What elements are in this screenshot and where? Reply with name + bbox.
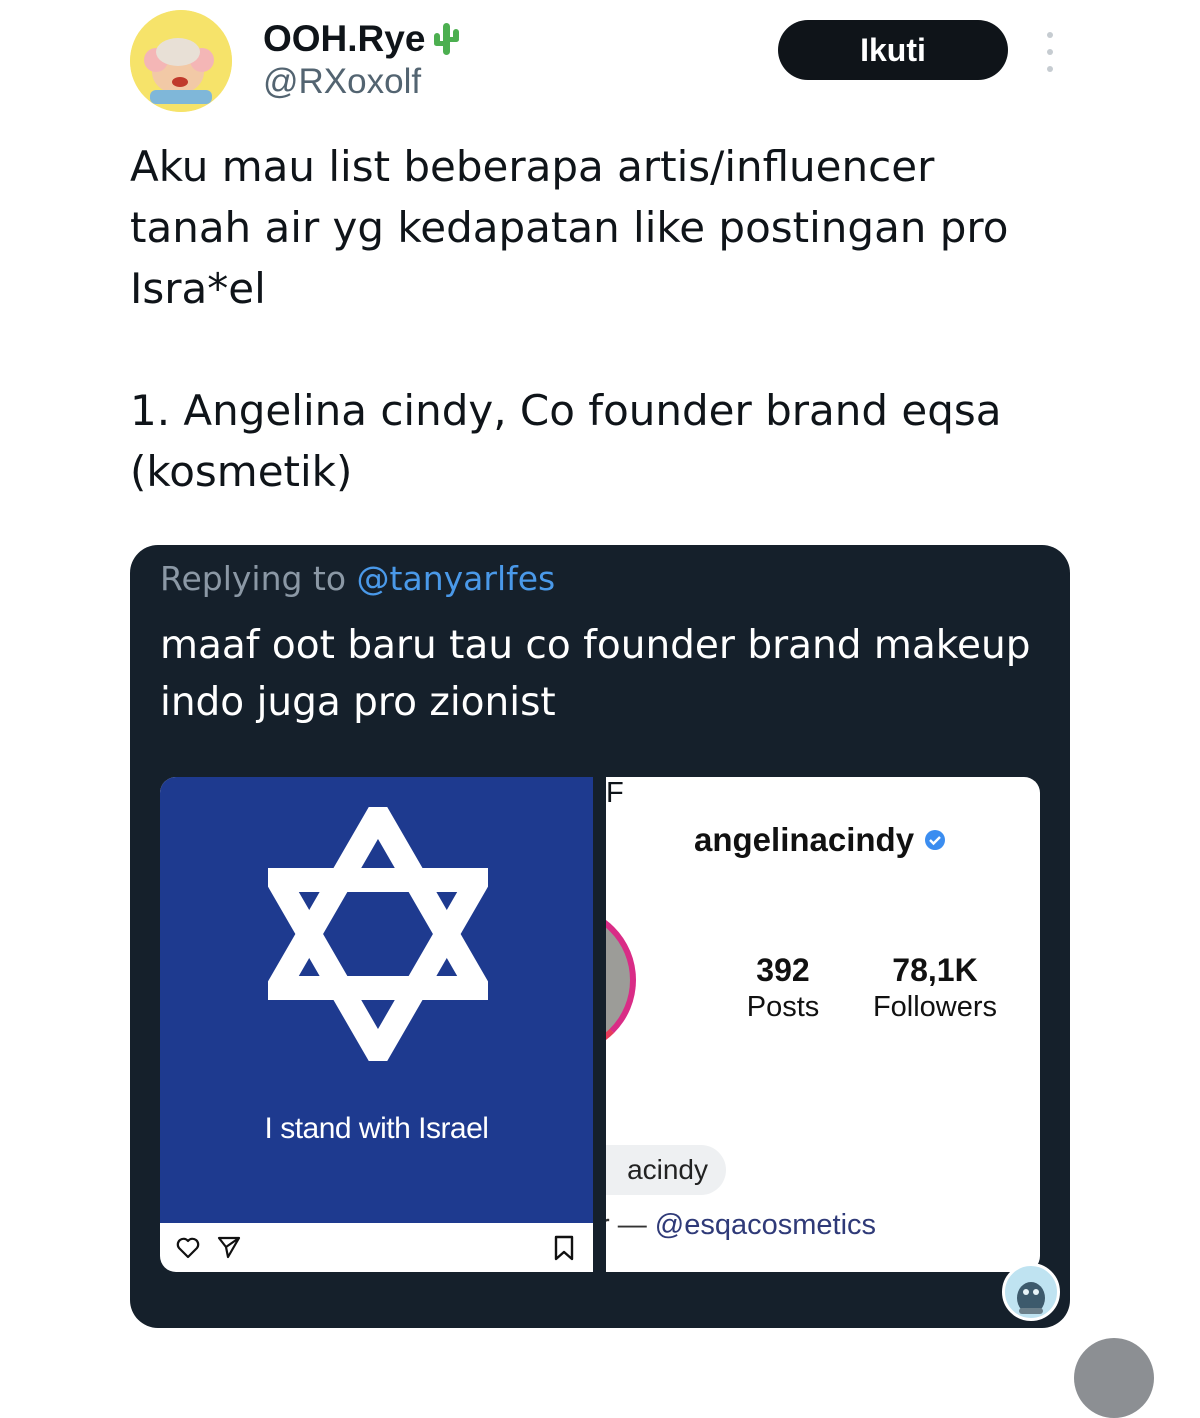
star-of-david-icon bbox=[268, 807, 488, 1061]
follow-button[interactable]: Ikuti bbox=[778, 20, 1008, 80]
tweet-text: Aku mau list beberapa artis/influencer t… bbox=[130, 136, 1090, 502]
profile-bio: r — @esqacosmetics bbox=[606, 1209, 1040, 1242]
bio-mention: @esqacosmetics bbox=[654, 1209, 877, 1241]
profile-name-chip: acindy bbox=[606, 1145, 726, 1195]
tweet-text-line: (kosmetik) bbox=[130, 447, 353, 496]
heart-icon bbox=[176, 1237, 200, 1259]
scroll-to-top-button[interactable] bbox=[1074, 1338, 1154, 1418]
bookmark-icon bbox=[554, 1235, 574, 1261]
israel-flag-image: I stand with Israel bbox=[160, 777, 593, 1223]
author-handle[interactable]: @RXoxolf bbox=[263, 62, 421, 102]
send-icon bbox=[217, 1236, 241, 1259]
posts-label: Posts bbox=[746, 991, 820, 1023]
posts-stat: 392 Posts bbox=[738, 951, 828, 1025]
post-actions bbox=[160, 1223, 593, 1272]
profile-picture bbox=[606, 905, 636, 1055]
attached-image[interactable]: Replying to @tanyarlfes maaf oot baru ta… bbox=[130, 545, 1070, 1328]
replying-to: Replying to @tanyarlfes bbox=[160, 559, 555, 598]
author-display-name[interactable]: OOH.Rye bbox=[263, 18, 461, 60]
tweet-text-line: tanah air yg kedapatan like postingan pr… bbox=[130, 203, 1009, 252]
display-name-text[interactable]: OOH.Rye bbox=[263, 18, 425, 60]
grok-avatar-icon[interactable] bbox=[1002, 1263, 1060, 1321]
cactus-icon bbox=[431, 21, 461, 57]
avatar[interactable] bbox=[130, 10, 232, 112]
reply-text: maaf oot baru tau co founder brand makeu… bbox=[160, 617, 1060, 731]
tweet-text-line: Aku mau list beberapa artis/influencer bbox=[130, 142, 935, 191]
tweet-text-line: Isra*el bbox=[130, 264, 266, 313]
tweet-text-line: 1. Angelina cindy, Co founder brand eqsa bbox=[130, 386, 1002, 435]
more-icon[interactable] bbox=[1038, 32, 1062, 72]
verified-badge-icon bbox=[925, 830, 946, 850]
instagram-profile: angelinacindy 392 Posts 78,1K Followers … bbox=[606, 777, 1040, 1272]
profile-username: angelinacindy bbox=[694, 821, 946, 859]
following-label-partial: F bbox=[606, 777, 624, 809]
replying-mention: @tanyarlfes bbox=[356, 559, 556, 598]
reply-text-line: indo juga pro zionist bbox=[160, 680, 556, 725]
bio-dash: — bbox=[609, 1209, 655, 1241]
followers-count: 78,1K bbox=[892, 952, 978, 988]
post-caption: I stand with Israel bbox=[264, 1112, 489, 1145]
instagram-post: I stand with Israel bbox=[160, 777, 593, 1272]
posts-count: 392 bbox=[756, 952, 810, 988]
replying-prefix: Replying to bbox=[160, 559, 347, 598]
followers-stat: 78,1K Followers bbox=[868, 951, 1002, 1025]
profile-username-text: angelinacindy bbox=[694, 821, 915, 858]
followers-label: Followers bbox=[872, 991, 998, 1023]
avatar-image bbox=[130, 10, 232, 112]
reply-text-line: maaf oot baru tau co founder brand makeu… bbox=[160, 623, 1031, 668]
